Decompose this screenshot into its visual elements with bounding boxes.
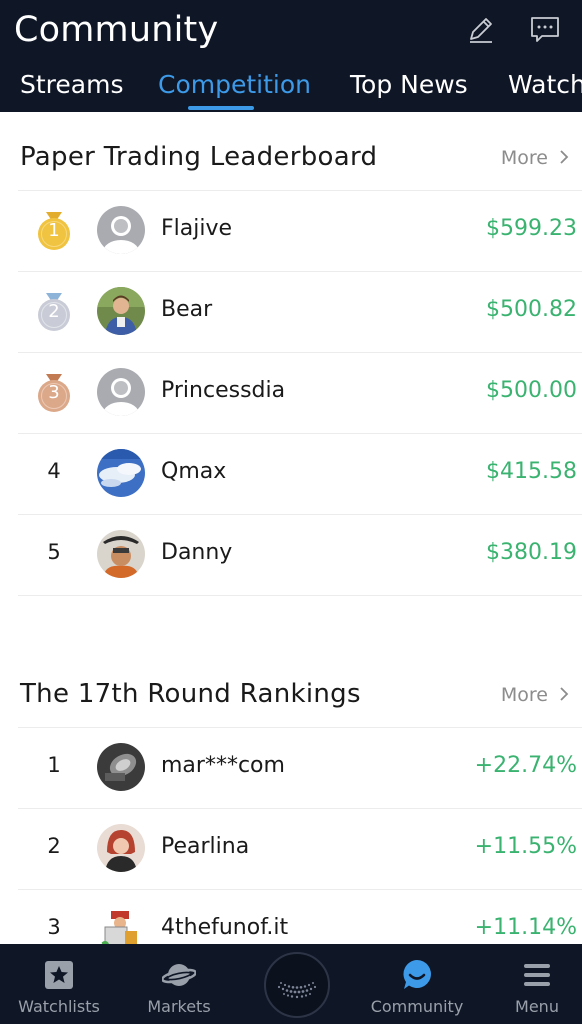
leaderboard-row[interactable]: 1 Flajive $599.23: [0, 190, 582, 271]
leaderboard-row[interactable]: 4 Qmax $415.58: [0, 433, 582, 514]
tab-competition[interactable]: Competition: [158, 70, 311, 99]
account-value: $500.82: [486, 297, 577, 322]
avatar[interactable]: [97, 743, 145, 791]
return-percent: +11.14%: [474, 915, 577, 940]
avatar[interactable]: [97, 368, 145, 416]
avatar[interactable]: [97, 287, 145, 335]
edit-icon[interactable]: [466, 14, 496, 44]
nav-label: Community: [370, 997, 464, 1016]
rank-number: 2: [48, 301, 60, 322]
leaderboard-row[interactable]: 2 Bear $500.82: [0, 271, 582, 352]
tab-bar: Streams Competition Top News Watch: [0, 66, 582, 112]
active-tab-indicator: [188, 106, 254, 110]
account-value: $500.00: [486, 378, 577, 403]
more-label: More: [500, 684, 548, 706]
rank-number: 3: [47, 915, 61, 939]
message-icon[interactable]: [530, 14, 560, 44]
ranking-row[interactable]: 1 mar***com +22.74%: [0, 727, 582, 808]
rank-number: 1: [47, 753, 61, 777]
nav-label: Watchlists: [18, 997, 100, 1016]
center-logo-button[interactable]: [264, 952, 330, 1018]
nav-menu[interactable]: Menu: [479, 944, 582, 1024]
username[interactable]: Princessdia: [161, 378, 285, 403]
page-title: Community: [14, 10, 219, 50]
community-icon: [403, 960, 431, 989]
rank-number: 1: [48, 220, 60, 241]
username[interactable]: Bear: [161, 297, 212, 322]
nav-watchlists[interactable]: Watchlists: [1, 944, 117, 1024]
username[interactable]: 4thefunof.it: [161, 915, 288, 940]
return-percent: +22.74%: [474, 753, 577, 778]
leaderboard-more-link[interactable]: More: [501, 147, 570, 169]
ranking-row[interactable]: 2 Pearlina +11.55%: [0, 808, 582, 889]
username[interactable]: Pearlina: [161, 834, 249, 859]
nav-label: Markets: [147, 997, 211, 1016]
rank-number: 2: [47, 834, 61, 858]
account-value: $380.19: [486, 540, 577, 565]
rank-number: 5: [47, 540, 61, 564]
avatar[interactable]: [97, 530, 145, 578]
center-logo-icon: [277, 982, 317, 999]
account-value: $599.23: [486, 216, 577, 241]
tab-streams[interactable]: Streams: [20, 70, 123, 99]
bottom-nav: Watchlists Markets Community Menu: [0, 944, 582, 1024]
planet-icon: [162, 964, 196, 986]
chevron-right-icon: [560, 687, 569, 701]
tab-top-news[interactable]: Top News: [350, 70, 468, 99]
account-value: $415.58: [486, 459, 577, 484]
nav-label: Menu: [515, 997, 559, 1016]
username[interactable]: Danny: [161, 540, 232, 565]
rank-number: 4: [47, 459, 61, 483]
divider: [18, 595, 582, 596]
return-percent: +11.55%: [474, 834, 577, 859]
star-icon: [45, 961, 73, 989]
round-more-link[interactable]: More: [501, 684, 570, 706]
avatar[interactable]: [97, 206, 145, 254]
tab-watch[interactable]: Watch: [508, 70, 582, 99]
leaderboard-row[interactable]: 3 Princessdia $500.00: [0, 352, 582, 433]
avatar[interactable]: [97, 824, 145, 872]
username[interactable]: Flajive: [161, 216, 232, 241]
avatar[interactable]: [97, 449, 145, 497]
leaderboard-title: Paper Trading Leaderboard: [20, 142, 378, 172]
rank-number: 3: [48, 382, 60, 403]
round-rankings-title: The 17th Round Rankings: [20, 679, 361, 709]
nav-markets[interactable]: Markets: [121, 944, 237, 1024]
nav-community[interactable]: Community: [359, 944, 475, 1024]
top-header: Community Streams Competition Top News W…: [0, 0, 582, 112]
chevron-right-icon: [560, 150, 569, 164]
more-label: More: [500, 147, 548, 169]
leaderboard-row[interactable]: 5 Danny $380.19: [0, 514, 582, 595]
menu-icon: [524, 964, 550, 986]
username[interactable]: mar***com: [161, 753, 285, 778]
username[interactable]: Qmax: [161, 459, 226, 484]
